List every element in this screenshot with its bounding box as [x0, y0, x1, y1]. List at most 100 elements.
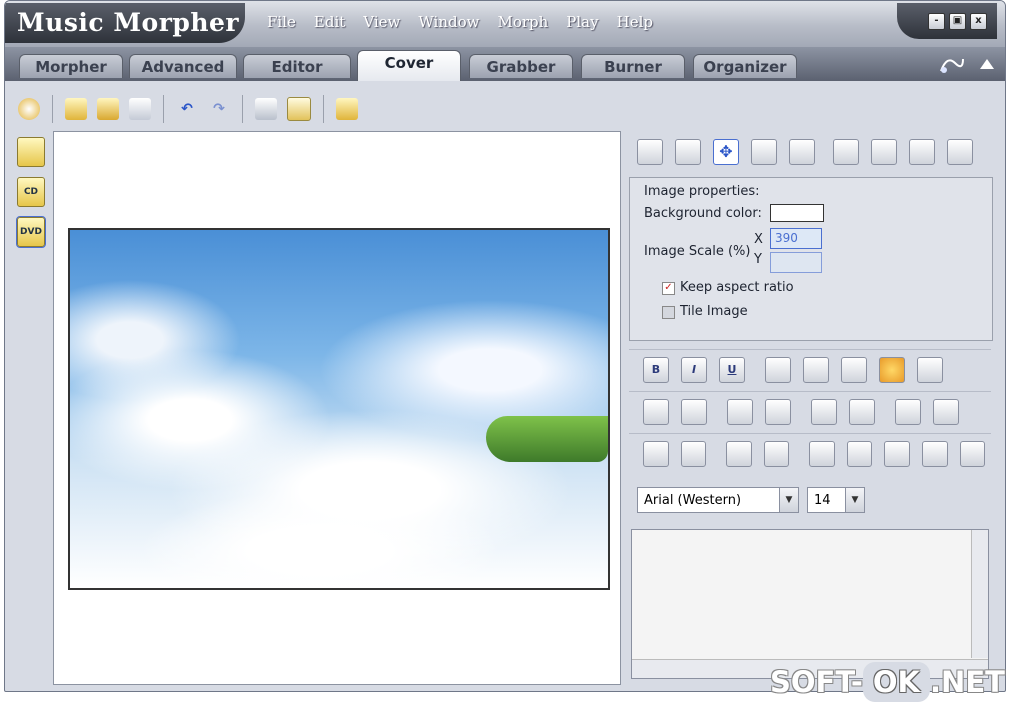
undo-icon[interactable]: ↶ [176, 98, 198, 120]
align-left-icon[interactable] [765, 356, 791, 383]
cd-icon[interactable] [18, 98, 40, 120]
tab-morpher[interactable]: Morpher [19, 54, 123, 78]
font-family-value: Arial (Western) [644, 493, 742, 508]
text-box-icon[interactable] [895, 398, 921, 425]
text-frame-icon[interactable] [811, 398, 837, 425]
italic-button[interactable]: I [681, 356, 707, 383]
tab-advanced[interactable]: Advanced [129, 54, 237, 78]
minimize-button[interactable]: - [928, 12, 945, 30]
toolbar-separator [242, 95, 243, 123]
ungroup-icon[interactable] [933, 398, 959, 425]
tab-cover[interactable]: Cover [357, 50, 461, 81]
tab-organizer[interactable]: Organizer [693, 54, 797, 78]
delete-text-icon[interactable] [681, 398, 707, 425]
main-toolbar: ↶ ↷ [13, 87, 997, 131]
maximize-button[interactable]: ▣ [949, 12, 966, 30]
send-back-icon[interactable] [871, 139, 897, 165]
menu-morph[interactable]: Morph [497, 13, 548, 31]
save-icon[interactable] [129, 98, 151, 120]
background-color-swatch[interactable] [770, 204, 824, 222]
toolbar-separator [163, 95, 164, 123]
cd-label-button[interactable]: CD [17, 177, 45, 207]
collapse-up-icon[interactable] [979, 57, 995, 71]
tab-bar: Morpher Advanced Editor Cover Grabber Bu… [5, 47, 1005, 81]
scale-y-input[interactable] [770, 252, 822, 273]
watermark-ok: OK [862, 662, 931, 702]
arc-text-icon[interactable] [765, 398, 791, 425]
fit-tool-icon[interactable] [789, 139, 815, 165]
menu-edit[interactable]: Edit [314, 13, 345, 31]
menu-view[interactable]: View [363, 13, 400, 31]
keep-aspect-checkbox[interactable]: ✓ [662, 282, 675, 295]
layer-icon[interactable] [947, 139, 973, 165]
vertical-scrollbar[interactable] [971, 530, 988, 658]
column-icon[interactable] [921, 440, 948, 467]
flip-icon[interactable] [763, 440, 790, 467]
toolbar-separator [323, 95, 324, 123]
text-effects-icon[interactable] [917, 356, 943, 383]
underline-button[interactable]: U [719, 356, 745, 383]
new-document-icon[interactable] [65, 98, 87, 120]
menu-help[interactable]: Help [617, 13, 653, 31]
properties-panel: ✥ Image properties: Background color: Im… [625, 131, 997, 683]
menu-play[interactable]: Play [566, 13, 598, 31]
add-text-icon[interactable] [643, 398, 669, 425]
font-size-select[interactable]: 14 ▼ [807, 487, 865, 513]
color-palette-icon[interactable] [879, 356, 905, 383]
import-image-tool-icon[interactable] [637, 139, 663, 165]
chevron-down-icon[interactable]: ▼ [779, 488, 798, 512]
cover-label-icon[interactable] [17, 137, 45, 167]
cover-canvas[interactable] [53, 131, 621, 685]
text-arrange-toolbar [629, 391, 991, 431]
align-center-icon[interactable] [803, 356, 829, 383]
background-color-label: Background color: [644, 206, 762, 221]
tile-image-checkbox[interactable] [662, 306, 675, 319]
rotate-icon[interactable] [726, 440, 752, 467]
redo-icon[interactable]: ↷ [208, 98, 230, 120]
vertical-icon[interactable] [884, 440, 910, 467]
text-format-toolbar: B I U [629, 349, 991, 389]
gradient-icon[interactable] [909, 139, 935, 165]
font-family-select[interactable]: Arial (Western) ▼ [637, 487, 799, 513]
toolbar-separator [52, 95, 53, 123]
move-tool-icon[interactable]: ✥ [713, 139, 739, 165]
group-icon[interactable] [849, 398, 875, 425]
import-image-icon[interactable] [336, 98, 358, 120]
cover-image[interactable] [68, 228, 610, 590]
shape-a-icon[interactable] [643, 440, 669, 467]
menu-window[interactable]: Window [418, 13, 479, 31]
font-size-value: 14 [814, 493, 831, 508]
shape-b-icon[interactable] [680, 440, 707, 467]
keep-aspect-label: Keep aspect ratio [680, 280, 794, 295]
tile-image-label: Tile Image [680, 304, 748, 319]
scale-x-label: X [754, 232, 763, 247]
edit-image-tool-icon[interactable] [751, 139, 777, 165]
open-folder-icon[interactable] [97, 98, 119, 120]
tab-burner[interactable]: Burner [581, 54, 685, 78]
music-skin-icon[interactable] [937, 53, 965, 75]
dvd-label-button[interactable]: DVD [16, 216, 46, 248]
bring-front-icon[interactable] [833, 139, 859, 165]
scale-y-label: Y [754, 252, 762, 267]
page-setup-icon[interactable] [287, 97, 311, 121]
top-align-icon[interactable] [809, 440, 835, 467]
tab-grabber[interactable]: Grabber [469, 54, 573, 78]
replace-image-tool-icon[interactable] [675, 139, 701, 165]
align-right-icon[interactable] [841, 356, 867, 383]
shape-toolbar [629, 433, 991, 473]
image-properties-box: Image properties: Background color: Imag… [629, 177, 993, 341]
cover-text-input[interactable] [631, 529, 989, 679]
chevron-down-icon[interactable]: ▼ [845, 488, 864, 512]
bottom-align-icon[interactable] [846, 440, 873, 467]
watermark-right: .NET [930, 665, 1005, 699]
tab-editor[interactable]: Editor [243, 54, 351, 78]
close-button[interactable]: x [970, 12, 987, 30]
menu-file[interactable]: File [267, 13, 296, 31]
print-icon[interactable] [255, 98, 277, 120]
curve-text-icon[interactable] [727, 398, 753, 425]
scale-x-input[interactable]: 390 [770, 228, 822, 249]
image-scale-label: Image Scale (%) [644, 244, 751, 259]
watermark: SOFT- OK .NET [770, 662, 1015, 702]
bold-button[interactable]: B [643, 356, 669, 383]
distribute-icon[interactable] [959, 440, 986, 467]
